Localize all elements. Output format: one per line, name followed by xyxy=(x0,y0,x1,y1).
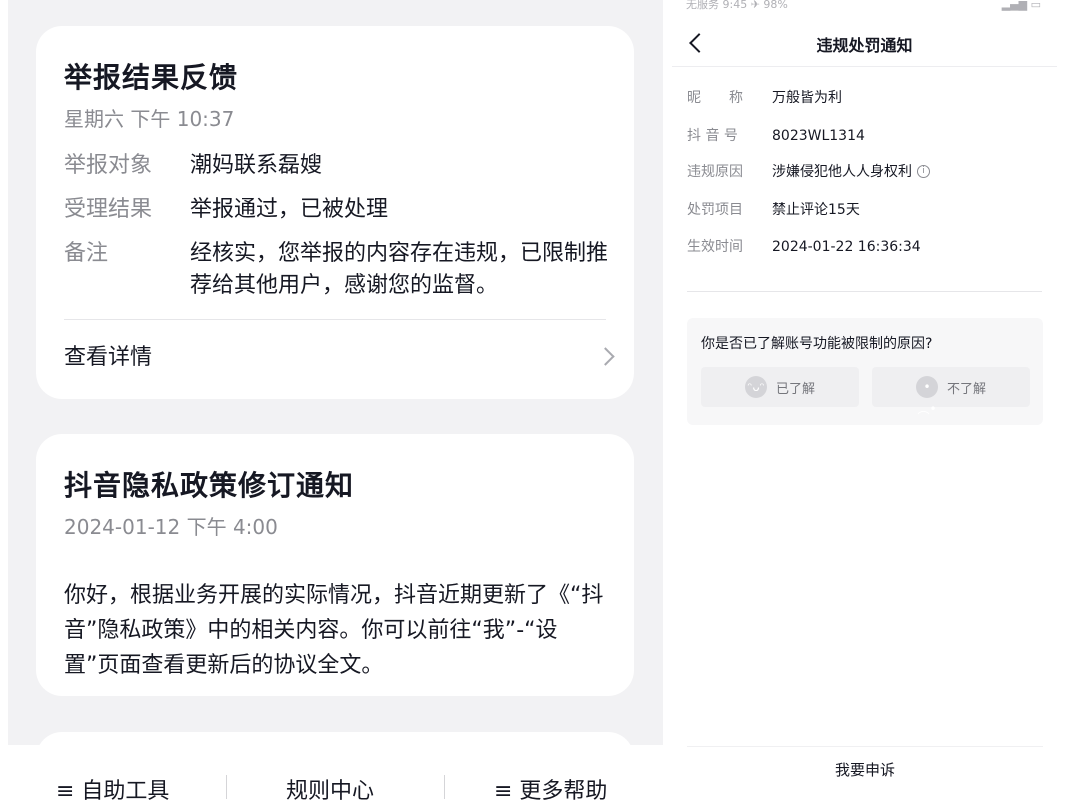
report-note-label: 备注 xyxy=(64,241,109,266)
sad-face-icon: •︵• xyxy=(916,376,938,416)
report-result-value: 举报通过，已被处理 xyxy=(190,197,389,222)
report-result-label: 受理结果 xyxy=(64,197,153,222)
nickname-value: 万般皆为利 xyxy=(772,90,842,106)
bottom-bar-separator xyxy=(444,775,445,799)
policy-card-body: 你好，根据业务开展的实际情况，抖音近期更新了《“抖音”隐私政策》中的相关内容。你… xyxy=(64,583,604,678)
not-understood-label: 不了解 xyxy=(947,382,987,397)
self-service-tools-tab[interactable]: ≡ 自助工具 xyxy=(56,773,169,805)
status-bar-left: 无服务 9:45 ✈ 98% xyxy=(686,0,788,11)
more-help-tab[interactable]: ≡ 更多帮助 xyxy=(494,773,607,805)
understood-label: 已了解 xyxy=(776,382,816,397)
feedback-survey: 你是否已了解账号功能被限制的原因? ᵔᴗᵔ 已了解 •︵• 不了解 xyxy=(687,318,1043,425)
report-result-row: 受理结果 举报通过，已被处理 xyxy=(64,194,609,226)
violation-reason-label: 违规原因 xyxy=(687,164,743,180)
info-divider xyxy=(687,291,1042,292)
next-message-card[interactable] xyxy=(36,732,634,745)
survey-question: 你是否已了解账号功能被限制的原因? xyxy=(701,336,933,352)
penalty-label: 处罚项目 xyxy=(687,202,743,218)
appeal-bar: 我要申诉 xyxy=(687,746,1043,800)
report-note-row: 备注 经核实，您举报的内容存在违规，已限制推荐给其他用户，感谢您的监督。 xyxy=(64,238,609,302)
message-list-panel: 举报结果反馈 星期六 下午 10:37 举报对象 潮妈联系磊嫂 受理结果 举报通… xyxy=(8,0,663,745)
effective-time-value: 2024-01-22 16:36:34 xyxy=(772,239,921,255)
bottom-bar-separator xyxy=(226,775,227,799)
privacy-policy-card[interactable]: 抖音隐私政策修订通知 2024-01-12 下午 4:00 你好，根据业务开展的… xyxy=(36,434,634,696)
report-card-title: 举报结果反馈 xyxy=(64,61,239,94)
violation-reason-row: 违规原因 涉嫌侵犯他人人身权利 i xyxy=(687,161,1047,183)
info-circle-icon[interactable]: i xyxy=(917,164,930,178)
understood-button[interactable]: ᵔᴗᵔ 已了解 xyxy=(701,367,859,407)
policy-card-time: 2024-01-12 下午 4:00 xyxy=(64,515,278,539)
report-target-row: 举报对象 潮妈联系磊嫂 xyxy=(64,150,609,182)
effective-time-row: 生效时间 2024-01-22 16:36:34 xyxy=(687,236,1047,258)
policy-card-title: 抖音隐私政策修订通知 xyxy=(64,469,355,502)
status-bar-right: ▂▄▆ ▭ xyxy=(1001,0,1041,11)
not-understood-button[interactable]: •︵• 不了解 xyxy=(872,367,1030,416)
nav-bar: 违规处罚通知 xyxy=(672,22,1057,67)
violation-notice-panel: 无服务 9:45 ✈ 98% ▂▄▆ ▭ 违规处罚通知 昵 称 万般皆为利 抖 … xyxy=(672,0,1067,800)
violation-reason-value: 涉嫌侵犯他人人身权利 xyxy=(772,164,912,180)
status-bar: 无服务 9:45 ✈ 98% ▂▄▆ ▭ xyxy=(672,0,1067,14)
help-bottom-bar: ≡ 自助工具 规则中心 ≡ 更多帮助 xyxy=(8,745,663,804)
report-target-value: 潮妈联系磊嫂 xyxy=(190,153,323,178)
happy-face-icon: ᵔᴗᵔ xyxy=(745,376,767,398)
violation-reason-value-wrap: 涉嫌侵犯他人人身权利 i xyxy=(772,161,930,183)
chevron-right-icon xyxy=(596,347,615,366)
page-title: 违规处罚通知 xyxy=(816,36,913,55)
nickname-row: 昵 称 万般皆为利 xyxy=(687,87,1047,109)
douyin-id-value: 8023WL1314 xyxy=(772,128,865,144)
effective-time-label: 生效时间 xyxy=(687,239,743,255)
report-note-value: 经核实，您举报的内容存在违规，已限制推荐给其他用户，感谢您的监督。 xyxy=(190,241,609,298)
report-target-label: 举报对象 xyxy=(64,153,153,178)
view-details-link[interactable]: 查看详情 xyxy=(64,338,615,378)
penalty-row: 处罚项目 禁止评论15天 xyxy=(687,199,1047,221)
view-details-label: 查看详情 xyxy=(64,345,153,370)
appeal-button[interactable]: 我要申诉 xyxy=(687,759,1043,780)
douyin-id-label: 抖 音 号 xyxy=(687,128,738,144)
nickname-label: 昵 称 xyxy=(687,90,743,106)
rules-center-tab[interactable]: 规则中心 xyxy=(286,773,374,805)
report-result-card[interactable]: 举报结果反馈 星期六 下午 10:37 举报对象 潮妈联系磊嫂 受理结果 举报通… xyxy=(36,26,634,399)
douyin-id-row: 抖 音 号 8023WL1314 xyxy=(687,125,1047,147)
report-card-time: 星期六 下午 10:37 xyxy=(64,107,235,131)
penalty-value: 禁止评论15天 xyxy=(772,202,860,218)
card-divider xyxy=(64,319,606,320)
